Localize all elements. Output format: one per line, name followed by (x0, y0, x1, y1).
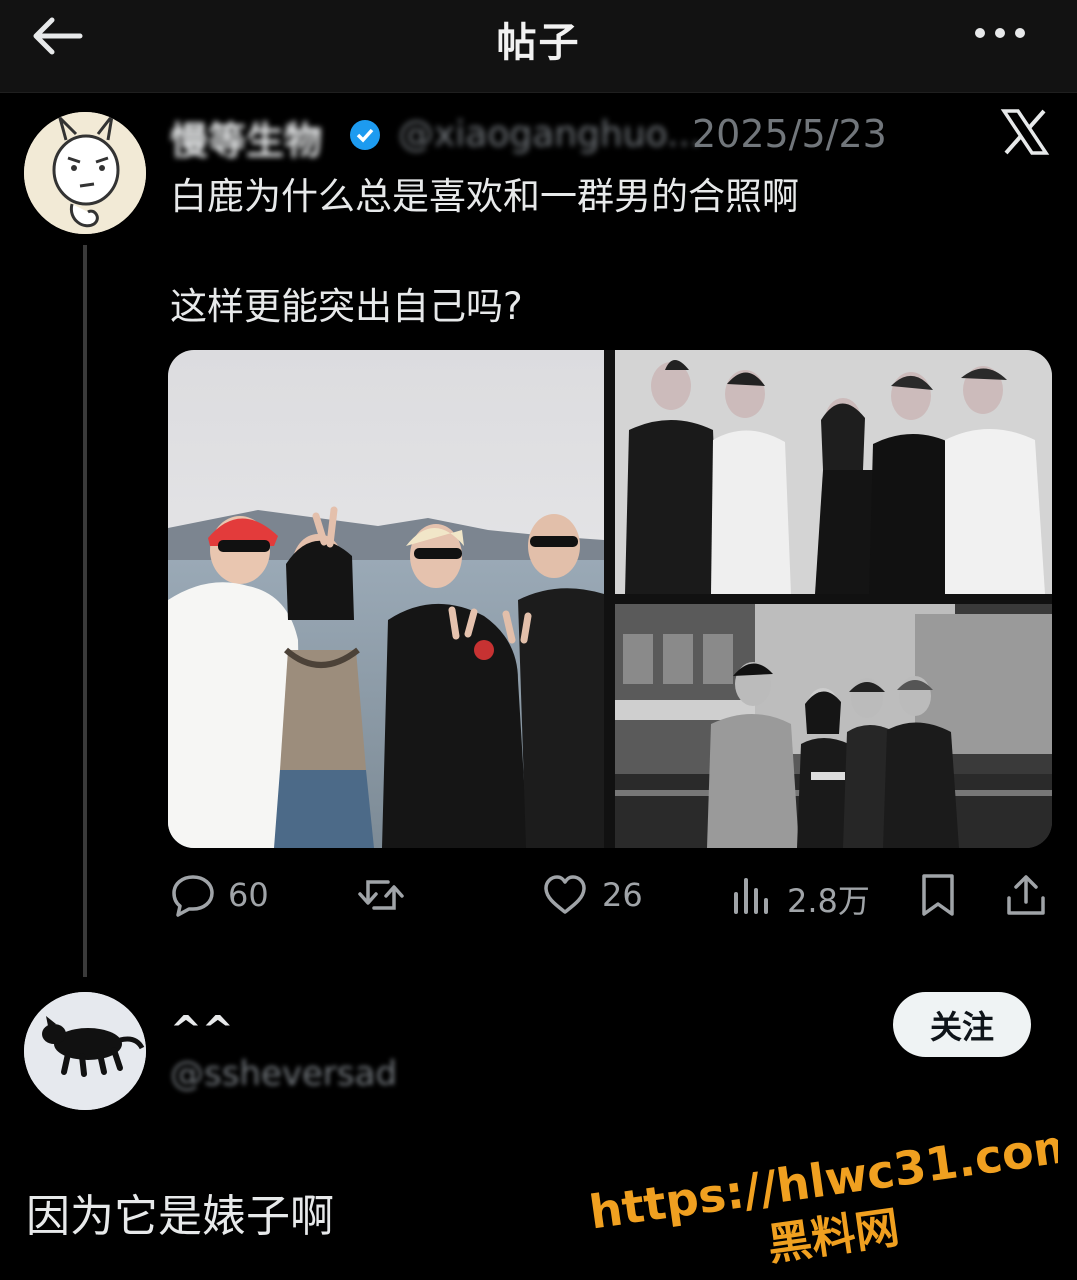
x-logo-icon (1000, 108, 1050, 156)
photo-group-street[interactable] (615, 604, 1052, 848)
reply-button[interactable]: 60 (170, 866, 280, 924)
post-text-line-2: 这样更能突出自己吗? (170, 285, 523, 328)
follow-button[interactable]: 关注 (893, 992, 1031, 1057)
watermark: https://hlwc31.com 黑料网 (588, 1116, 1058, 1264)
reply-author-name[interactable]: ^^ (170, 1008, 234, 1052)
heart-icon (544, 875, 586, 914)
reply-author-handle: @ssheversad (170, 1054, 398, 1094)
media-grid (168, 350, 1052, 848)
post-text-line-1: 白鹿为什么总是喜欢和一群男的合照啊 (170, 175, 799, 218)
reply-bubble-icon (172, 875, 214, 917)
share-button[interactable] (1004, 866, 1048, 924)
reply-text: 因为它是婊子啊 (26, 1191, 334, 1242)
views-count: 2.8万 (787, 882, 870, 920)
verified-badge-icon (348, 118, 382, 156)
like-count: 26 (602, 876, 643, 914)
like-button[interactable]: 26 (542, 866, 652, 924)
more-button[interactable] (972, 18, 1028, 48)
post-action-bar: 60 26 2.8万 (0, 866, 1077, 926)
photo-group-seaside[interactable] (168, 350, 604, 848)
views-button[interactable]: 2.8万 (732, 866, 872, 924)
author-avatar[interactable] (24, 112, 146, 234)
share-icon (1007, 875, 1045, 915)
reply-count: 60 (228, 876, 269, 914)
post-date: 2025/5/23 (692, 112, 887, 156)
photo-group-suits[interactable] (615, 350, 1052, 594)
author-name[interactable]: 慢等生物 (170, 110, 322, 165)
reply-author-avatar[interactable] (24, 992, 146, 1110)
top-bar: 帖子 (0, 0, 1077, 93)
bookmark-button[interactable] (918, 866, 958, 924)
author-handle: @xiaoganghuo... (398, 114, 702, 155)
bookmark-icon (922, 874, 954, 916)
repost-icon (358, 880, 404, 910)
page-title: 帖子 (496, 20, 581, 66)
views-chart-icon (734, 878, 768, 914)
repost-button[interactable] (356, 866, 406, 924)
more-horizontal-icon (975, 28, 1025, 38)
post-author-row: 慢等生物 @xiaoganghuo... 2025/5/23 (170, 108, 910, 163)
